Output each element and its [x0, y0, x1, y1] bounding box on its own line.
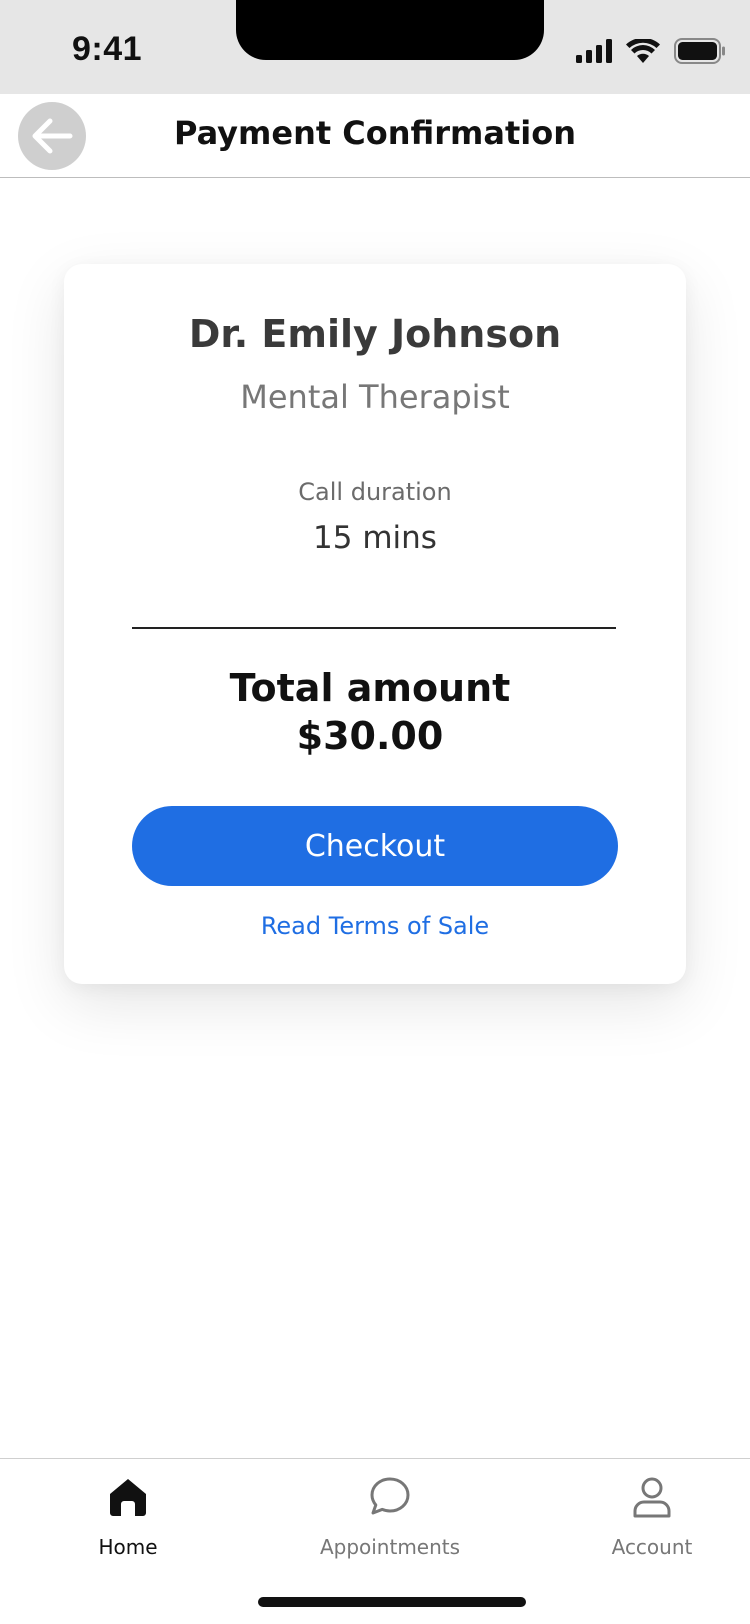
call-duration-label: Call duration: [298, 478, 452, 506]
device-notch: [236, 0, 544, 60]
checkout-button[interactable]: Checkout: [132, 806, 618, 886]
status-icons: [576, 38, 726, 64]
terms-of-sale-link[interactable]: Read Terms of Sale: [64, 912, 686, 940]
call-duration-value: 15 mins: [313, 520, 437, 556]
user-icon: [633, 1477, 671, 1518]
tab-label-account: Account: [611, 1535, 693, 1559]
tab-home[interactable]: Home: [18, 1475, 238, 1559]
total-amount-value: $30.00: [296, 714, 444, 758]
page-title: Payment Confirmation: [173, 114, 577, 152]
tab-label-home: Home: [98, 1535, 158, 1559]
chat-bubble-icon: [370, 1477, 410, 1515]
doctor-name: Dr. Emily Johnson: [188, 312, 562, 356]
tab-label-appointments: Appointments: [319, 1535, 461, 1559]
home-icon: [110, 1479, 146, 1516]
signal-icon: [576, 39, 612, 63]
total-amount-label: Total amount: [229, 666, 511, 710]
nav-header: Payment Confirmation: [0, 94, 750, 178]
wifi-icon: [626, 39, 660, 63]
status-time: 9:41: [72, 30, 143, 68]
home-indicator: [258, 1597, 526, 1607]
status-bar: 9:41: [0, 0, 750, 94]
payment-card: Dr. Emily Johnson Mental Therapist Call …: [64, 264, 686, 984]
battery-icon: [674, 38, 725, 64]
tab-appointments[interactable]: Appointments: [280, 1475, 500, 1559]
tab-account[interactable]: Account: [542, 1475, 750, 1559]
doctor-role: Mental Therapist: [240, 378, 510, 416]
divider: [132, 627, 616, 629]
